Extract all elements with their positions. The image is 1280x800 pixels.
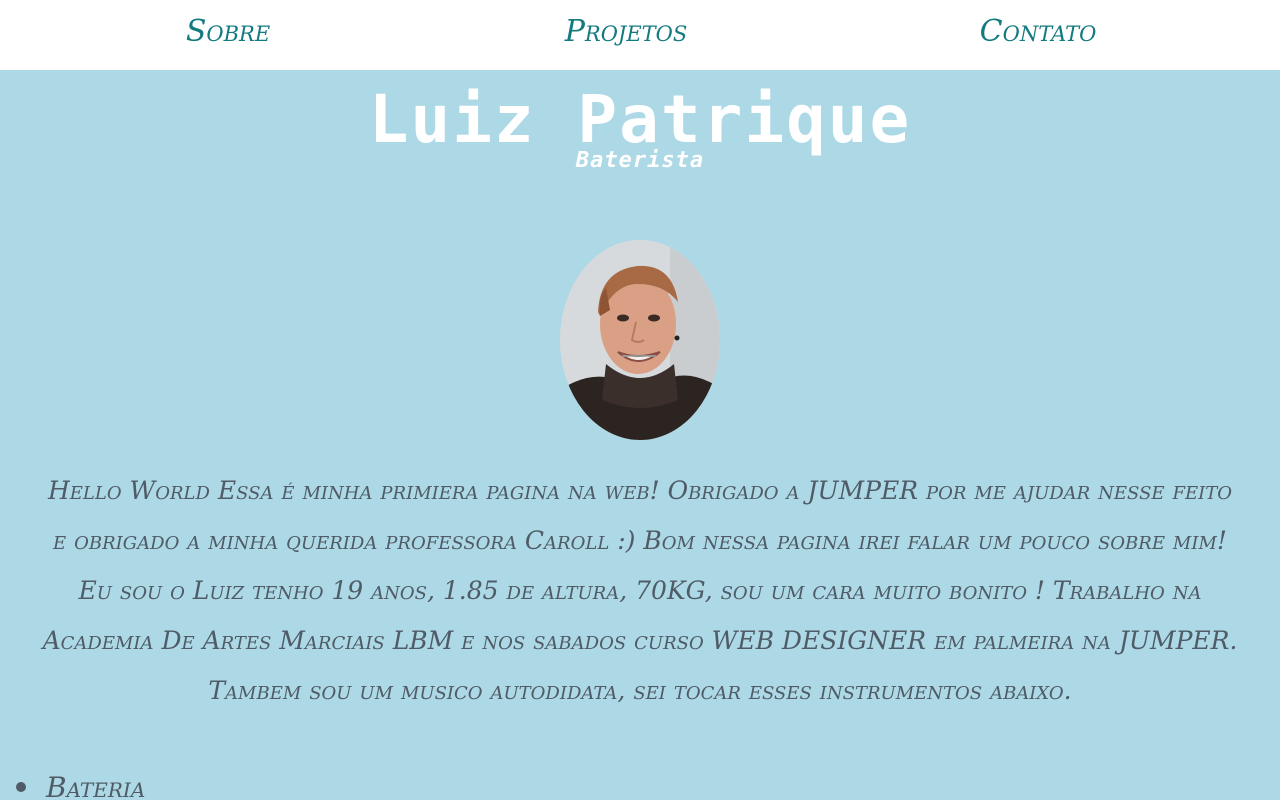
bullet-icon — [16, 782, 26, 792]
nav-link-contato[interactable]: Contato — [980, 14, 1097, 49]
instruments-list: Bateria — [0, 768, 1280, 800]
instrument-label: Bateria — [46, 771, 146, 800]
nav-link-sobre[interactable]: Sobre — [186, 14, 270, 49]
profile-photo-image — [560, 240, 720, 440]
page-title: Luiz Patrique — [368, 81, 912, 158]
list-item: Bateria — [0, 768, 1280, 800]
nav-link-projetos[interactable]: Projetos — [565, 14, 688, 49]
page-subtitle: Baterista — [575, 148, 705, 173]
bio-paragraph: Hello World Essa é minha primiera pagina… — [42, 476, 1238, 705]
profile-photo — [560, 240, 720, 440]
top-navbar: Sobre Projetos Contato — [0, 0, 1280, 70]
